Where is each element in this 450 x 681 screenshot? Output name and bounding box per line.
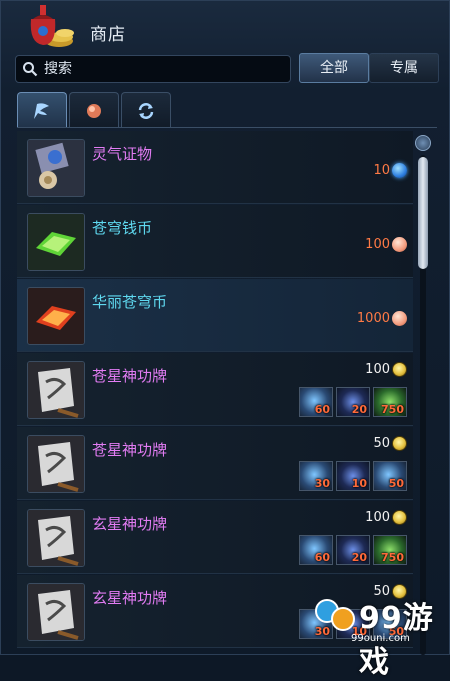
material-count: 50 — [388, 477, 404, 490]
price-value: 10 — [373, 162, 390, 178]
material-count: 750 — [381, 551, 404, 564]
material-blue-rune-icon: 50 — [373, 461, 407, 491]
scroll-plaque-icon — [28, 362, 84, 418]
price-value: 100 — [365, 236, 390, 252]
item-name: 玄星神功牌 — [92, 515, 168, 533]
shop-panel: 商店 全部 专属 — [0, 0, 450, 680]
blue-orb-icon — [392, 162, 407, 178]
item-thumbnail — [27, 361, 85, 419]
material-blue-shard-icon: 60 — [299, 535, 333, 565]
scroll-plaque-icon — [28, 510, 84, 566]
material-cost-list: 60 20 750 — [299, 535, 407, 565]
item-price: 50 — [373, 434, 407, 452]
item-thumbnail — [27, 583, 85, 641]
tab-divider — [17, 127, 437, 128]
list-item[interactable]: 华丽苍穹币 1000 — [17, 279, 413, 352]
material-blue-shard-icon: 60 — [299, 387, 333, 417]
item-name: 灵气证物 — [92, 145, 153, 163]
orb-icon — [87, 104, 101, 118]
item-thumbnail — [27, 139, 85, 197]
shop-header: 商店 — [1, 1, 450, 49]
peach-orb-icon — [392, 236, 407, 252]
item-thumbnail — [27, 287, 85, 345]
gorgeous-sky-coin-icon — [28, 288, 84, 344]
list-item[interactable]: 苍星神功牌 50 30 10 50 — [17, 427, 413, 500]
material-cost-list: 60 20 750 — [299, 387, 407, 417]
item-thumbnail — [27, 213, 85, 271]
material-count: 20 — [351, 551, 367, 564]
scrollbar-thumb[interactable] — [418, 157, 428, 269]
item-price: 100 — [365, 235, 407, 253]
gold-coin-icon — [392, 361, 407, 377]
price-value: 1000 — [356, 310, 390, 326]
search-icon — [23, 62, 38, 77]
peach-orb-icon — [392, 310, 407, 326]
material-blue-shard-icon: 30 — [299, 461, 333, 491]
item-price: 10 — [373, 161, 407, 179]
item-name: 苍星神功牌 — [92, 367, 168, 385]
item-name: 玄星神功牌 — [92, 589, 168, 607]
item-price: 100 — [365, 360, 407, 378]
list-item[interactable]: 玄星神功牌 100 60 20 750 — [17, 501, 413, 574]
price-value: 50 — [373, 435, 390, 451]
price-value: 100 — [365, 361, 390, 377]
material-count: 30 — [314, 477, 330, 490]
material-green-crystal-icon: 750 — [373, 535, 407, 565]
aura-proof-icon — [28, 140, 84, 196]
item-price: 1000 — [357, 309, 407, 327]
search-input[interactable] — [44, 59, 284, 79]
tab-refresh[interactable] — [121, 92, 171, 128]
filter-all-button[interactable]: 全部 — [299, 53, 369, 83]
gold-coin-icon — [392, 435, 407, 451]
tab-orb[interactable] — [69, 92, 119, 128]
material-cost-list: 30 10 50 — [299, 461, 407, 491]
page-title: 商店 — [90, 25, 126, 45]
material-count: 750 — [381, 403, 404, 416]
watermark: 99游戏 99ouni.com — [311, 589, 450, 680]
shop-item-list: 灵气证物 10 苍穹钱币 100 华丽苍穹币 1000 苍星神功牌 100 60… — [17, 131, 413, 656]
item-thumbnail — [27, 509, 85, 567]
tab-flag[interactable] — [17, 92, 67, 128]
list-item[interactable]: 苍穹钱币 100 — [17, 205, 413, 278]
item-price: 100 — [365, 508, 407, 526]
scroll-plaque-icon — [28, 584, 84, 640]
material-dark-orb-icon: 20 — [336, 535, 370, 565]
list-item[interactable]: 苍星神功牌 100 60 20 750 — [17, 353, 413, 426]
item-name: 华丽苍穹币 — [92, 293, 168, 311]
list-item[interactable]: 灵气证物 10 — [17, 131, 413, 204]
gold-coin-icon — [392, 509, 407, 525]
item-name: 苍星神功牌 — [92, 441, 168, 459]
price-value: 100 — [365, 509, 390, 525]
material-count: 60 — [314, 403, 330, 416]
material-green-crystal-icon: 750 — [373, 387, 407, 417]
item-name: 苍穹钱币 — [92, 219, 153, 237]
flag-icon — [34, 103, 49, 119]
refresh-icon — [138, 103, 154, 119]
item-thumbnail — [27, 435, 85, 493]
material-dark-orb-icon: 10 — [336, 461, 370, 491]
sky-coin-icon — [28, 214, 84, 270]
scroll-plaque-icon — [28, 436, 84, 492]
material-count: 20 — [351, 403, 367, 416]
filter-exclusive-button[interactable]: 专属 — [369, 53, 439, 83]
material-count: 10 — [351, 477, 367, 490]
search-box — [15, 55, 291, 83]
scroll-up-button[interactable] — [415, 135, 431, 151]
material-count: 60 — [314, 551, 330, 564]
watermark-url: 99ouni.com — [351, 633, 410, 644]
shop-bag-icon — [30, 5, 74, 47]
material-dark-orb-icon: 20 — [336, 387, 370, 417]
